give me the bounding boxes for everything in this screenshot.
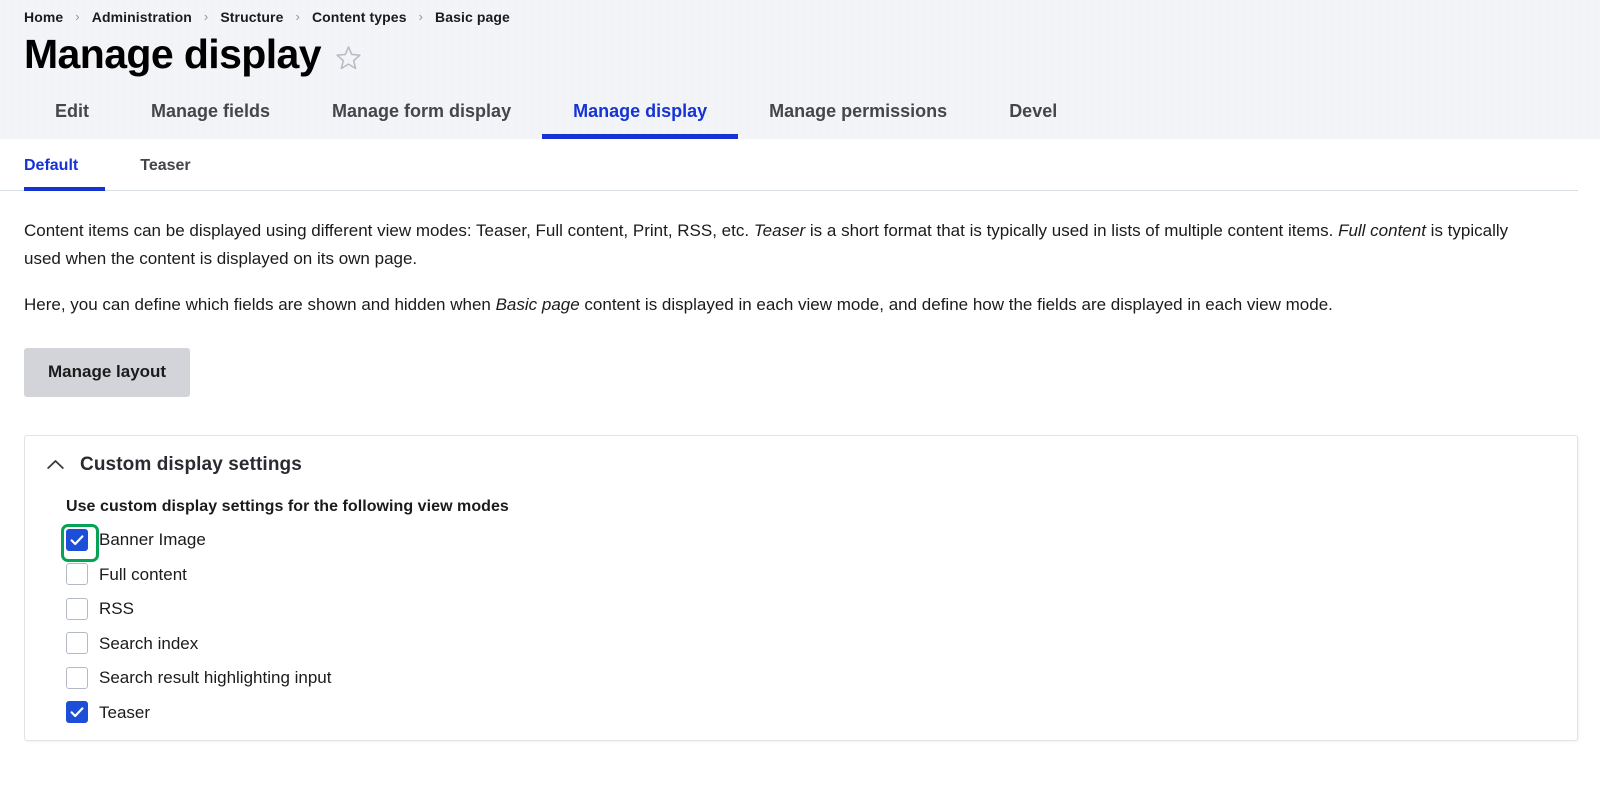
breadcrumb-separator-icon: › — [418, 8, 424, 24]
checkbox-label-search-index: Search index — [99, 633, 199, 653]
custom-display-settings-summary[interactable]: Custom display settings — [25, 436, 1577, 490]
manage-layout-row: Manage layout — [0, 318, 1600, 397]
checkbox-row-search-result-highlighting-input[interactable]: Search result highlighting input — [66, 661, 1577, 696]
custom-display-settings-fieldset: Custom display settings Use custom displ… — [24, 434, 1578, 741]
tab-devel[interactable]: Devel — [978, 90, 1088, 139]
checkbox-row-banner-image[interactable]: Banner Image — [61, 523, 1577, 562]
checkbox-label-teaser: Teaser — [99, 702, 151, 722]
manage-layout-button[interactable]: Manage layout — [24, 348, 191, 397]
chevron-up-icon[interactable] — [47, 459, 64, 470]
checkbox-box-shape — [66, 632, 88, 655]
checkbox-label-banner-image: Banner Image — [99, 530, 206, 550]
checkbox-row-search-index[interactable]: Search index — [66, 626, 1577, 661]
main-content: Default Teaser Content items can be disp… — [0, 139, 1600, 741]
tab-manage-form-display[interactable]: Manage form display — [301, 90, 542, 139]
tab-manage-display[interactable]: Manage display — [542, 90, 739, 140]
desc-p2-part-b: content is displayed in each view mode, … — [579, 294, 1333, 314]
desc-p1-emphasis-teaser: Teaser — [753, 221, 806, 241]
page-title: Manage display — [24, 31, 322, 77]
secondary-tabs: Default Teaser — [0, 139, 1578, 192]
custom-display-settings-title: Custom display settings — [80, 453, 302, 475]
desc-p1-part-b: is a short format that is typically used… — [805, 221, 1339, 241]
description-paragraph-2: Here, you can define which fields are sh… — [24, 273, 1544, 319]
checkbox-full-content[interactable] — [66, 563, 88, 586]
checkbox-box-shape — [66, 666, 88, 689]
desc-p2-emphasis-basic-page: Basic page — [495, 294, 580, 314]
title-row: Manage display — [0, 31, 1600, 90]
custom-display-settings-body: Use custom display settings for the foll… — [25, 490, 1577, 730]
checkbox-label-full-content: Full content — [99, 564, 187, 584]
custom-display-settings-wrap: Custom display settings Use custom displ… — [0, 397, 1600, 741]
checkbox-label-search-result-highlighting-input: Search result highlighting input — [99, 668, 332, 688]
checkbox-search-index[interactable] — [66, 632, 88, 655]
subtab-teaser[interactable]: Teaser — [113, 139, 217, 190]
tab-manage-fields[interactable]: Manage fields — [120, 90, 301, 139]
checkbox-banner-image[interactable] — [61, 523, 99, 562]
breadcrumb-separator-icon: › — [75, 8, 80, 24]
desc-p1-emphasis-full-content: Full content — [1338, 221, 1426, 241]
page-header: Home › Administration › Structure › Cont… — [0, 0, 1600, 140]
tab-edit[interactable]: Edit — [24, 90, 120, 139]
check-icon — [70, 707, 84, 718]
checkbox-search-result-highlighting-input[interactable] — [66, 666, 88, 689]
breadcrumb-item-basic-page[interactable]: Basic page — [435, 9, 510, 25]
view-modes-group-label: Use custom display settings for the foll… — [66, 497, 509, 515]
checkbox-row-teaser[interactable]: Teaser — [66, 695, 1577, 730]
desc-p1-part-a: Content items can be displayed using dif… — [24, 221, 754, 241]
checkbox-box-shape — [66, 597, 88, 620]
description-block: Content items can be displayed using dif… — [0, 191, 1600, 318]
breadcrumb-item-home[interactable]: Home — [24, 9, 63, 25]
checkbox-rss[interactable] — [66, 597, 88, 620]
desc-p2-part-a: Here, you can define which fields are sh… — [24, 294, 496, 314]
breadcrumb: Home › Administration › Structure › Cont… — [0, 0, 1600, 31]
primary-tabs: Edit Manage fields Manage form display M… — [0, 90, 1600, 140]
checkbox-label-rss: RSS — [99, 599, 134, 619]
checkbox-teaser[interactable] — [66, 701, 88, 724]
star-outline-icon[interactable] — [335, 44, 362, 71]
view-modes-checkbox-list: Banner Image Full content RSS Search ind… — [61, 523, 1577, 730]
breadcrumb-item-content-types[interactable]: Content types — [312, 9, 407, 25]
description-paragraph-1: Content items can be displayed using dif… — [24, 191, 1544, 272]
breadcrumb-separator-icon: › — [295, 8, 300, 24]
tab-manage-permissions[interactable]: Manage permissions — [738, 90, 978, 139]
checkbox-row-rss[interactable]: RSS — [66, 592, 1577, 627]
breadcrumb-item-administration[interactable]: Administration — [92, 9, 192, 25]
breadcrumb-item-structure[interactable]: Structure — [220, 9, 283, 25]
checkbox-row-full-content[interactable]: Full content — [66, 557, 1577, 592]
checkbox-box-shape — [66, 563, 88, 586]
breadcrumb-separator-icon: › — [203, 8, 209, 24]
subtab-default[interactable]: Default — [24, 139, 106, 192]
check-icon — [70, 535, 84, 546]
